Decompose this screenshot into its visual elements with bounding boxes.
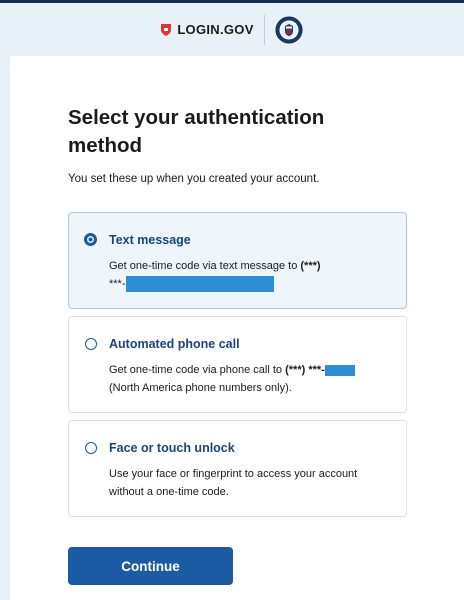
option-label: Automated phone call	[109, 337, 240, 351]
header-divider	[263, 14, 265, 45]
shield-icon	[161, 23, 172, 36]
radio-unselected-icon[interactable]	[85, 338, 97, 350]
option-label: Face or touch unlock	[109, 441, 235, 455]
page-subtitle: You set these up when you created your a…	[68, 173, 320, 185]
page-title: Select your authentication method	[68, 106, 325, 157]
option-label: Text message	[109, 233, 191, 247]
site-header: LOGIN.GOV	[0, 3, 464, 56]
desc-line2: ***-	[109, 278, 126, 290]
radio-unselected-icon[interactable]	[85, 442, 97, 454]
login-gov-logo[interactable]: LOGIN.GOV	[161, 22, 253, 37]
content-card: Select your authentication method You se…	[10, 56, 464, 600]
option-description: Use your face or fingerprint to access y…	[109, 468, 358, 498]
option-face-touch-unlock[interactable]: Face or touch unlock Use your face or fi…	[68, 420, 407, 517]
redacted-number	[125, 276, 274, 293]
agency-seal-icon	[275, 16, 303, 43]
desc-text: Get one-time code via phone call to	[109, 364, 286, 376]
option-description: Get one-time code via phone call to (***…	[109, 361, 389, 397]
desc-bold: (***)	[300, 260, 321, 272]
option-automated-phone-call[interactable]: Automated phone call Get one-time code v…	[68, 316, 407, 413]
option-text-message[interactable]: Text message Get one-time code via text …	[68, 212, 407, 309]
desc-text: Get one-time code via text message to	[109, 260, 301, 272]
continue-button[interactable]: Continue	[68, 547, 233, 585]
brand-name: LOGIN.GOV	[177, 22, 254, 37]
radio-selected-icon[interactable]	[84, 233, 97, 246]
desc-line2: (North America phone numbers only).	[109, 382, 292, 394]
desc-bold: (***) ***-	[285, 364, 325, 376]
option-description: Get one-time code via text message to (*…	[109, 257, 389, 293]
redacted-number	[324, 364, 355, 376]
